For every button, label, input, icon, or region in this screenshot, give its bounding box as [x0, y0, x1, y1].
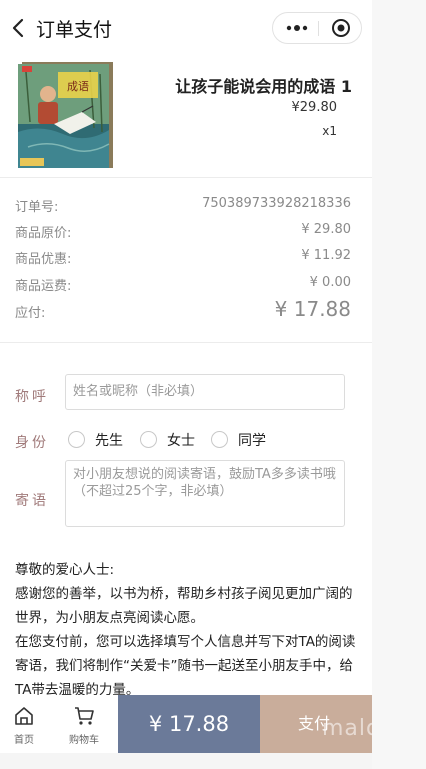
shipping-value: ¥ 0.00	[309, 275, 351, 290]
svg-text:成语: 成语	[67, 80, 89, 93]
message-textarea[interactable]: 对小朋友想说的阅读寄语，鼓励TA多多读书哦（不超过25个字，非必填）	[65, 460, 345, 527]
cart-icon	[75, 707, 94, 725]
radio-label: 女士	[167, 433, 195, 449]
original-price-value: ¥ 29.80	[301, 222, 351, 237]
tab-home[interactable]: 首页	[0, 695, 48, 753]
radio-label: 先生	[95, 433, 123, 449]
radio-option-ms[interactable]: 女士	[140, 430, 200, 450]
bottom-action-bar: 首页 购物车 ¥ 17.88 支付 malo	[0, 695, 372, 753]
navigation-bar: 订单支付	[0, 0, 372, 56]
product-title: 让孩子能说会用的成语 1	[175, 77, 352, 96]
product-card: 成语 让孩子能说会用的成语 1 ¥29.80 x1	[0, 56, 372, 176]
page-title: 订单支付	[36, 19, 113, 41]
tab-cart[interactable]: 购物车	[58, 695, 110, 753]
tab-home-label: 首页	[14, 735, 34, 746]
more-icon[interactable]	[285, 21, 309, 35]
message-label: 寄语	[15, 493, 49, 509]
book-cover-image: 成语	[18, 62, 113, 168]
system-navigation-bar	[0, 753, 372, 769]
name-label: 称呼	[15, 389, 49, 405]
order-payment-page: 订单支付 成语 让孩子能说会用的成语 1 ¥29.80 x1 订单号: 7503…	[0, 0, 372, 769]
total-amount-button: ¥ 17.88	[118, 695, 260, 753]
order-number-row: 订单号: 750389733928218336	[15, 196, 351, 215]
divider	[0, 177, 372, 178]
radio-option-mr[interactable]: 先生	[68, 430, 128, 450]
mini-program-capsule	[272, 12, 362, 44]
order-number-label: 订单号:	[15, 200, 59, 215]
divider	[0, 342, 372, 343]
discount-row: 商品优惠: ¥ 11.92	[15, 248, 351, 267]
message-paragraph: 感谢您的善举，以书为桥，帮助乡村孩子阅见更加广阔的世界，为小朋友点亮阅读心愿。	[15, 586, 353, 626]
amount-due-row: 应付: ¥ 17.88	[15, 297, 351, 321]
tab-cart-label: 购物车	[69, 735, 99, 746]
radio-label: 同学	[238, 433, 266, 449]
name-input-placeholder: 姓名或昵称（非必填）	[73, 384, 204, 399]
name-input[interactable]: 姓名或昵称（非必填）	[65, 374, 345, 410]
home-icon	[15, 707, 33, 725]
close-mini-program-icon[interactable]	[331, 18, 351, 38]
message-greeting: 尊敬的爱心人士:	[15, 562, 115, 578]
shipping-label: 商品运费:	[15, 279, 72, 294]
radio-circle	[68, 431, 85, 448]
radio-option-student[interactable]: 同学	[211, 430, 271, 450]
identity-label: 身份	[15, 435, 49, 451]
original-price-label: 商品原价:	[15, 226, 72, 241]
message-textarea-placeholder: 对小朋友想说的阅读寄语，鼓励TA多多读书哦（不超过25个字，非必填）	[73, 467, 336, 499]
capsule-divider	[318, 21, 319, 36]
message-paragraph: 在您支付前，您可以选择填写个人信息并写下对TA的阅读寄语，我们将制作“关爱卡”随…	[15, 634, 356, 698]
amount-due-label: 应付:	[15, 306, 46, 321]
radio-circle	[140, 431, 157, 448]
shipping-row: 商品运费: ¥ 0.00	[15, 275, 351, 294]
original-price-row: 商品原价: ¥ 29.80	[15, 222, 351, 241]
amount-due-value: ¥ 17.88	[274, 297, 351, 321]
watermark: malo	[322, 716, 372, 741]
back-arrow-icon[interactable]	[9, 17, 29, 39]
discount-value: ¥ 11.92	[301, 248, 351, 263]
order-number-value: 750389733928218336	[202, 196, 351, 211]
radio-circle	[211, 431, 228, 448]
product-quantity: x1	[322, 124, 337, 138]
discount-label: 商品优惠:	[15, 252, 72, 267]
product-price: ¥29.80	[291, 100, 338, 115]
pay-button[interactable]: 支付 malo	[260, 695, 372, 753]
donor-message: 尊敬的爱心人士: 感谢您的善举，以书为桥，帮助乡村孩子阅见更加广阔的世界，为小朋…	[15, 558, 357, 702]
